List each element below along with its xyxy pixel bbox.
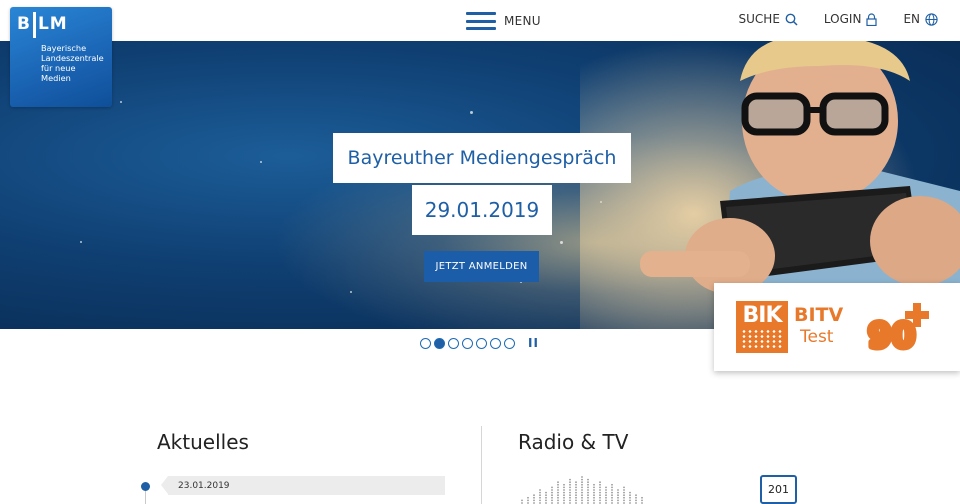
language-label: EN	[903, 12, 920, 26]
slider-dot[interactable]	[490, 337, 501, 349]
utility-nav: SUCHE LOGIN EN	[739, 12, 938, 26]
slider-pagination: II	[420, 336, 539, 350]
test-label: Test	[800, 327, 834, 347]
login-label: LOGIN	[823, 12, 862, 26]
tv-channel-icon[interactable]: 201	[760, 475, 797, 504]
logo-line-1: Bayerische	[41, 43, 87, 53]
logo-line-2: Landeszentrale	[41, 53, 104, 63]
register-button[interactable]: JETZT ANMELDEN	[424, 251, 539, 282]
search-button[interactable]: SUCHE	[739, 12, 798, 26]
media-heading: Radio & TV	[518, 430, 629, 454]
login-button[interactable]: LOGIN	[824, 12, 878, 26]
bitv-test-badge[interactable]: BIK BITV Test 90 90	[714, 283, 960, 371]
timeline-dot	[141, 482, 150, 491]
logo-line-3: für neue Medien	[41, 63, 76, 83]
radio-wave-icon	[521, 476, 643, 504]
hamburger-icon	[466, 12, 496, 30]
logo-text: Bayerische Landeszentrale für neue Medie…	[41, 43, 105, 83]
search-icon	[785, 13, 798, 26]
lock-icon	[866, 12, 878, 26]
braille-dots-icon	[741, 329, 783, 349]
logo-mark: B LM	[17, 12, 105, 38]
page: MENU SUCHE LOGIN EN B LM Bayerische Lande…	[0, 0, 960, 504]
news-date: 23.01.2019	[178, 480, 230, 491]
hero-date: 29.01.2019	[412, 185, 552, 235]
top-navigation: MENU SUCHE LOGIN EN	[0, 0, 960, 41]
tv-channel-number: 201	[768, 483, 789, 496]
score-90-plus-icon: 90 90	[866, 303, 929, 359]
bik-logo-text: BIK	[742, 303, 782, 328]
timeline-line	[145, 491, 146, 504]
slider-dot[interactable]	[420, 337, 431, 349]
slider-dot[interactable]	[448, 337, 459, 349]
pause-button[interactable]: II	[528, 336, 539, 350]
news-heading: Aktuelles	[157, 430, 249, 454]
slider-dot[interactable]	[476, 337, 487, 349]
globe-icon	[925, 12, 938, 26]
menu-button[interactable]: MENU	[466, 9, 541, 33]
slider-dot[interactable]	[462, 337, 473, 349]
score-text: 90	[868, 316, 915, 356]
slider-dot[interactable]	[504, 337, 515, 349]
bik-logo: BIK	[736, 301, 788, 353]
slider-dot[interactable]	[434, 337, 445, 349]
menu-label: MENU	[504, 14, 541, 28]
language-switch[interactable]: EN	[903, 12, 938, 26]
section-divider	[481, 426, 482, 504]
search-label: SUCHE	[738, 12, 780, 26]
bitv-label: BITV	[794, 304, 844, 326]
blm-logo[interactable]: B LM Bayerische Landeszentrale für neue M…	[10, 7, 112, 107]
news-date-tag: 23.01.2019	[161, 476, 445, 495]
hero-title: Bayreuther Mediengespräch	[333, 133, 631, 183]
